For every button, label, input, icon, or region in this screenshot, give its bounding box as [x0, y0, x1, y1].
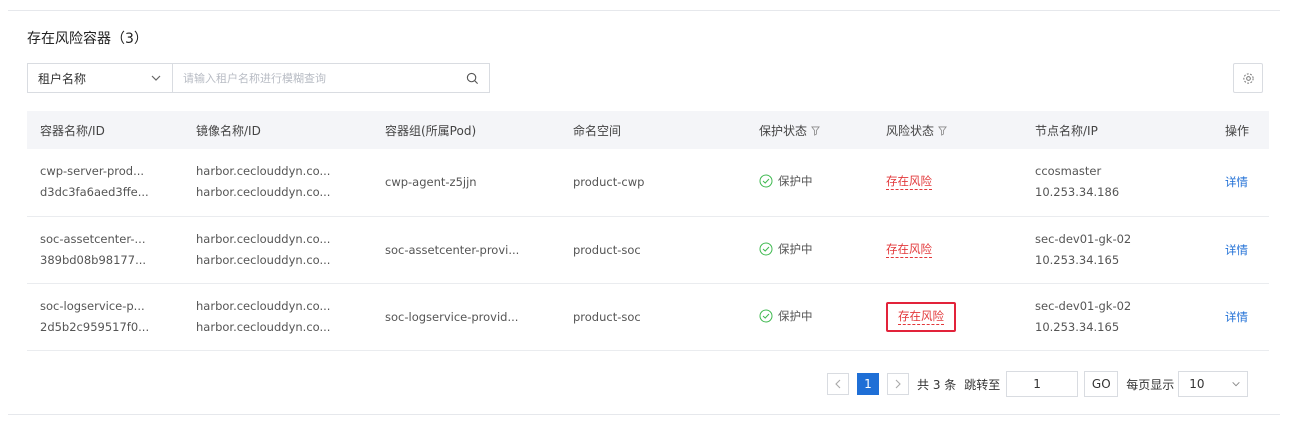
container-cell: cwp-server-prod... d3dc3fa6aed3ffe...: [27, 149, 183, 216]
header-risk-label: 风险状态: [886, 123, 935, 138]
top-divider: [8, 10, 1280, 11]
pagination: 1 共 3 条 跳转至 1 GO 每页显示 10: [827, 371, 1249, 397]
table-row: soc-logservice-p... 2d5b2c959517f0... har…: [27, 283, 1269, 350]
jump-page-input[interactable]: 1: [1006, 371, 1079, 397]
protect-cell: 保护中: [746, 149, 873, 216]
container-name: cwp-server-prod...: [40, 164, 145, 179]
image-cell: harbor.ceclouddyn.co... harbor.ceclouddyn…: [183, 283, 372, 350]
container-id: 2d5b2c959517f0...: [40, 319, 150, 334]
action-cell: 详情: [1212, 149, 1269, 216]
check-circle-icon: [759, 174, 773, 188]
container-cell: soc-assetcenter-... 389bd08b98177...: [27, 216, 183, 283]
table-row: cwp-server-prod... d3dc3fa6aed3ffe... har…: [27, 149, 1269, 216]
namespace-cell: product-cwp: [573, 175, 645, 190]
settings-button[interactable]: [1233, 63, 1263, 93]
detail-link[interactable]: 详情: [1225, 243, 1248, 257]
node-name: ccosmaster: [1035, 164, 1102, 179]
search-input[interactable]: [183, 71, 443, 85]
header-image: 镜像名称/ID: [196, 123, 261, 138]
header-protect-label: 保护状态: [759, 123, 808, 138]
section-title: 存在风险容器（3）: [27, 31, 148, 47]
node-ip: 10.253.34.186: [1035, 185, 1120, 200]
risk-cell: 存在风险: [873, 216, 1022, 283]
node-cell: sec-dev01-gk-02 10.253.34.165: [1022, 283, 1212, 350]
header-action: 操作: [1225, 123, 1250, 138]
go-button[interactable]: GO: [1084, 371, 1119, 397]
chevron-down-icon: [1232, 382, 1240, 387]
image-name: harbor.ceclouddyn.co...: [196, 298, 331, 313]
header-protect-status[interactable]: 保护状态: [746, 111, 873, 149]
per-page-label: 每页显示: [1126, 377, 1175, 392]
container-cell: soc-logservice-p... 2d5b2c959517f0...: [27, 283, 183, 350]
header-risk-status[interactable]: 风险状态: [873, 111, 1022, 149]
table-header-row: 容器名称/ID 镜像名称/ID 容器组(所属Pod) 命名空间 保护状态 风险状…: [27, 111, 1269, 149]
per-page-value: 10: [1189, 377, 1205, 391]
highlight-box: 存在风险: [886, 301, 956, 332]
header-namespace: 命名空间: [573, 123, 622, 138]
pod-cell: soc-assetcenter-provi...: [385, 242, 520, 257]
risk-status-link[interactable]: 存在风险: [886, 174, 932, 191]
image-name: harbor.ceclouddyn.co...: [196, 231, 331, 246]
protect-cell: 保护中: [746, 216, 873, 283]
node-cell: sec-dev01-gk-02 10.253.34.165: [1022, 216, 1212, 283]
table-row: soc-assetcenter-... 389bd08b98177... harb…: [27, 216, 1269, 283]
search-icon[interactable]: [466, 72, 479, 85]
tenant-select[interactable]: 租户名称: [27, 63, 172, 93]
header-pod: 容器组(所属Pod): [385, 123, 477, 138]
protect-cell: 保护中: [746, 283, 873, 350]
tenant-select-label: 租户名称: [38, 71, 87, 86]
check-circle-icon: [759, 309, 773, 322]
detail-link[interactable]: 详情: [1225, 310, 1248, 324]
image-cell: harbor.ceclouddyn.co... harbor.ceclouddyn…: [183, 216, 372, 283]
node-name: sec-dev01-gk-02: [1035, 298, 1132, 313]
protect-status: 保护中: [778, 308, 813, 323]
chevron-right-icon: [895, 379, 901, 389]
container-id: 389bd08b98177...: [40, 252, 147, 267]
total-count: 共 3 条: [917, 377, 957, 392]
namespace-cell: product-soc: [573, 309, 641, 324]
container-name: soc-assetcenter-...: [40, 231, 146, 246]
risk-status-link[interactable]: 存在风险: [886, 242, 932, 258]
filter-icon[interactable]: [938, 126, 947, 136]
chevron-left-icon: [835, 379, 841, 389]
pod-cell: cwp-agent-z5jjn: [385, 175, 477, 190]
action-cell: 详情: [1212, 283, 1269, 350]
filter-icon[interactable]: [811, 126, 820, 136]
header-node: 节点名称/IP: [1035, 123, 1098, 138]
protect-status: 保护中: [778, 241, 813, 256]
detail-link[interactable]: 详情: [1225, 175, 1248, 189]
search-box[interactable]: [172, 63, 490, 93]
next-page-button[interactable]: [887, 373, 909, 395]
prev-page-button[interactable]: [827, 373, 849, 395]
header-container: 容器名称/ID: [40, 123, 105, 138]
risk-container-table: 容器名称/ID 镜像名称/ID 容器组(所属Pod) 命名空间 保护状态 风险状…: [27, 111, 1269, 351]
image-id: harbor.ceclouddyn.co...: [196, 185, 331, 200]
pod-cell: soc-logservice-provid...: [385, 309, 519, 324]
image-id: harbor.ceclouddyn.co...: [196, 252, 331, 267]
container-id: d3dc3fa6aed3ffe...: [40, 185, 149, 200]
chevron-down-icon: [151, 75, 161, 81]
node-cell: ccosmaster 10.253.34.186: [1022, 149, 1212, 216]
page-number-current[interactable]: 1: [857, 373, 879, 395]
namespace-cell: product-soc: [573, 242, 641, 257]
risk-status-link[interactable]: 存在风险: [898, 309, 944, 325]
node-ip: 10.253.34.165: [1035, 252, 1120, 267]
node-name: sec-dev01-gk-02: [1035, 231, 1132, 246]
risk-cell: 存在风险: [873, 283, 1022, 350]
risk-cell: 存在风险: [873, 149, 1022, 216]
image-id: harbor.ceclouddyn.co...: [196, 319, 331, 334]
bottom-divider: [8, 414, 1280, 415]
image-name: harbor.ceclouddyn.co...: [196, 164, 331, 179]
jump-label: 跳转至: [964, 377, 1001, 392]
protect-status: 保护中: [778, 174, 813, 189]
container-name: soc-logservice-p...: [40, 298, 145, 313]
check-circle-icon: [759, 242, 773, 255]
gear-icon: [1242, 72, 1254, 84]
node-ip: 10.253.34.165: [1035, 319, 1120, 334]
action-cell: 详情: [1212, 216, 1269, 283]
per-page-select[interactable]: 10: [1178, 371, 1249, 397]
image-cell: harbor.ceclouddyn.co... harbor.ceclouddyn…: [183, 149, 372, 216]
